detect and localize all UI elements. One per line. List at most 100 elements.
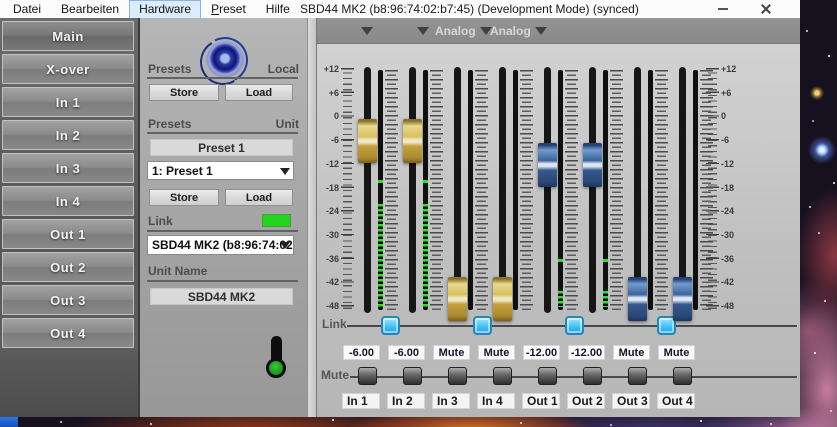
device-select[interactable]: SBD44 MK2 (b8:96:74:02: xyxy=(147,235,294,255)
channel-label-out-3: Out 3 xyxy=(612,393,650,409)
channel-label-in-2: In 2 xyxy=(387,393,425,409)
fader-value-in-1[interactable]: -6.00 xyxy=(343,345,380,360)
fader-handle-in-4[interactable] xyxy=(493,277,512,321)
fader-track-out-4[interactable] xyxy=(679,67,686,313)
scale-label: -6 xyxy=(721,135,745,145)
scale-label: -6 xyxy=(315,135,339,145)
device-select-value: SBD44 MK2 (b8:96:74:02: xyxy=(152,238,294,252)
fader-track-in-1[interactable] xyxy=(364,67,371,313)
menu-item-preset[interactable]: Preset xyxy=(201,0,256,19)
source-selector-2[interactable] xyxy=(413,23,429,39)
level-meter-out-3 xyxy=(648,70,653,310)
fader-track-out-2[interactable] xyxy=(589,67,596,313)
fader-handle-out-4[interactable] xyxy=(673,277,692,321)
fader-value-out-3[interactable]: Mute xyxy=(613,345,650,360)
meter-ruler-in-1 xyxy=(385,70,398,310)
chevron-down-icon xyxy=(280,168,290,175)
window-title: SBD44 MK2 (b8:96:74:02:b7:45) (Developme… xyxy=(300,2,639,16)
load-local-button[interactable]: Load xyxy=(225,84,293,101)
scale-label: -12 xyxy=(721,159,745,169)
fader-value-in-3[interactable]: Mute xyxy=(433,345,470,360)
menu-item-hardware[interactable]: Hardware xyxy=(129,0,201,19)
sidebar-item-in-2[interactable]: In 2 xyxy=(2,120,134,150)
fader-value-out-4[interactable]: Mute xyxy=(658,345,695,360)
scale-label: -36 xyxy=(315,254,339,264)
mute-button-out-1[interactable] xyxy=(538,367,557,385)
meter-level-in-2 xyxy=(423,204,428,307)
fader-handle-in-2[interactable] xyxy=(403,119,422,163)
mute-button-in-3[interactable] xyxy=(448,367,467,385)
source-selector-1[interactable] xyxy=(357,23,373,39)
mute-button-out-3[interactable] xyxy=(628,367,647,385)
meter-peak-in-1 xyxy=(378,180,383,183)
sidebar-item-out-3[interactable]: Out 3 xyxy=(2,285,134,315)
mixer-top-bar: Analog Analog xyxy=(317,18,800,44)
source-selector-value: Analog xyxy=(490,24,531,38)
fader-value-in-2[interactable]: -6.00 xyxy=(388,345,425,360)
source-selector-3[interactable]: Analog xyxy=(435,23,492,39)
fader-handle-out-2[interactable] xyxy=(583,143,602,187)
unit-name-label: Unit Name xyxy=(148,264,207,278)
sidebar-item-in-4[interactable]: In 4 xyxy=(2,186,134,216)
scale-label: -30 xyxy=(315,230,339,240)
menu-item-datei[interactable]: Datei xyxy=(3,0,51,19)
menu-item-hilfe[interactable]: Hilfe xyxy=(256,0,300,19)
fader-track-out-1[interactable] xyxy=(544,67,551,313)
mute-button-out-2[interactable] xyxy=(583,367,602,385)
fader-handle-in-1[interactable] xyxy=(358,119,377,163)
divider xyxy=(147,77,298,79)
fader-track-out-3[interactable] xyxy=(634,67,641,313)
preset-select[interactable]: 1: Preset 1 xyxy=(147,161,294,180)
local-label: Local xyxy=(268,62,299,76)
fader-value-out-2[interactable]: -12.00 xyxy=(568,345,605,360)
panel-divider-strip xyxy=(307,18,317,417)
fader-track-in-4[interactable] xyxy=(499,67,506,313)
sidebar-item-out-1[interactable]: Out 1 xyxy=(2,219,134,249)
mute-button-in-2[interactable] xyxy=(403,367,422,385)
chevron-down-icon xyxy=(361,27,373,35)
scale-label: -36 xyxy=(721,254,745,264)
fader-track-in-2[interactable] xyxy=(409,67,416,313)
link-checkbox-2[interactable] xyxy=(473,316,492,335)
meter-ruler-in-4 xyxy=(520,70,533,310)
scale-label: 0 xyxy=(721,111,745,121)
link-status-led xyxy=(262,214,291,227)
mute-button-in-1[interactable] xyxy=(358,367,377,385)
minimize-button[interactable] xyxy=(708,0,738,18)
sidebar-item-main[interactable]: Main xyxy=(2,21,134,51)
sidebar-item-out-4[interactable]: Out 4 xyxy=(2,318,134,348)
menu-item-bearbeiten[interactable]: Bearbeiten xyxy=(51,0,129,19)
load-unit-button[interactable]: Load xyxy=(225,189,293,206)
scale-label: -42 xyxy=(721,277,745,287)
source-selector-4[interactable]: Analog xyxy=(490,23,547,39)
link-checkbox-1[interactable] xyxy=(381,316,400,335)
fader-value-out-1[interactable]: -12.00 xyxy=(523,345,560,360)
source-selector-value: Analog xyxy=(435,24,476,38)
chevron-down-icon xyxy=(280,242,290,249)
store-unit-button[interactable]: Store xyxy=(149,189,219,206)
sidebar-item-out-2[interactable]: Out 2 xyxy=(2,252,134,282)
sidebar-item-x-over[interactable]: X-over xyxy=(2,54,134,84)
store-local-button[interactable]: Store xyxy=(149,84,219,101)
channel-label-out-4: Out 4 xyxy=(657,393,695,409)
fader-handle-out-1[interactable] xyxy=(538,143,557,187)
link-checkbox-3[interactable] xyxy=(565,316,584,335)
fader-handle-in-3[interactable] xyxy=(448,277,467,321)
scale-label: +12 xyxy=(721,64,745,74)
sidebar-item-in-3[interactable]: In 3 xyxy=(2,153,134,183)
presets-unit-header: Presets Unit xyxy=(148,117,299,131)
fader-handle-out-3[interactable] xyxy=(628,277,647,321)
mute-button-out-4[interactable] xyxy=(673,367,692,385)
sidebar-item-in-1[interactable]: In 1 xyxy=(2,87,134,117)
close-button[interactable] xyxy=(750,0,782,18)
channel-label-out-2: Out 2 xyxy=(567,393,605,409)
link-label: Link xyxy=(148,214,173,228)
divider xyxy=(147,230,298,232)
level-meter-out-1 xyxy=(558,70,563,310)
mute-button-in-4[interactable] xyxy=(493,367,512,385)
scale-ticks-left xyxy=(341,68,354,312)
channel-label-in-4: In 4 xyxy=(477,393,515,409)
taskbar-fragment[interactable] xyxy=(0,417,18,427)
fader-track-in-3[interactable] xyxy=(454,67,461,313)
fader-value-in-4[interactable]: Mute xyxy=(478,345,515,360)
